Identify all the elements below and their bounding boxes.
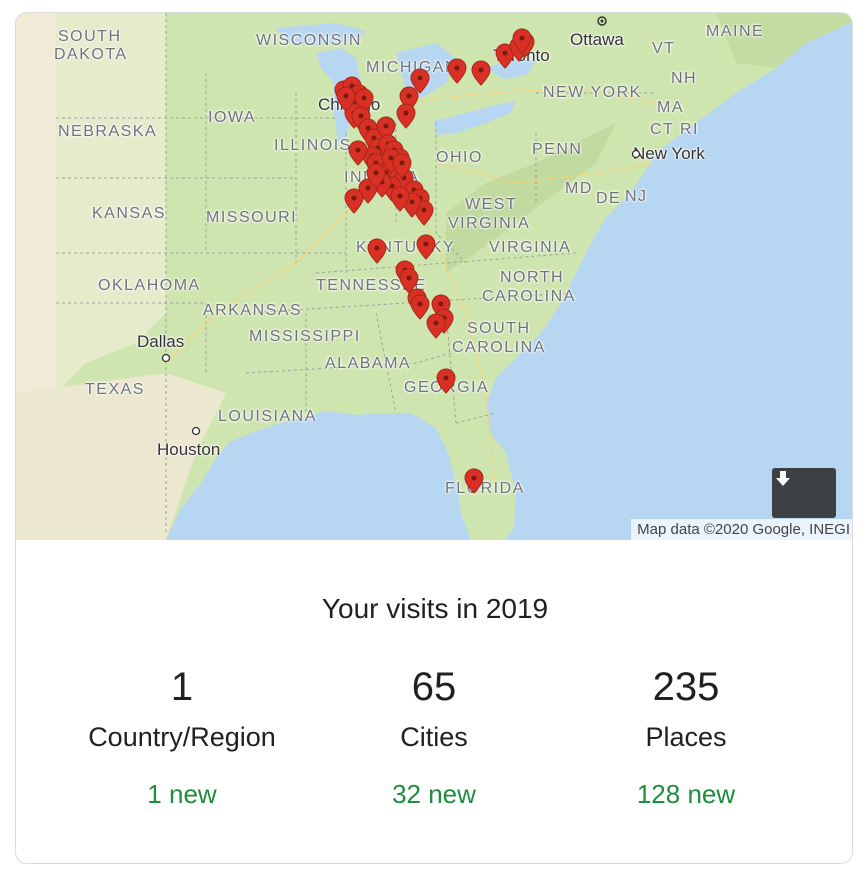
visit-pin-icon[interactable]: [471, 60, 491, 86]
stat-cities-new: 32 new: [392, 779, 476, 809]
stat-countries-number: 1: [170, 665, 194, 709]
visit-pin-icon[interactable]: [464, 468, 484, 494]
download-button[interactable]: [772, 468, 836, 518]
stats-title: Your visits in 2019: [321, 593, 549, 624]
stat-places-number: 235: [652, 665, 720, 709]
stat-places-label: Places: [645, 722, 727, 752]
stat-cities-number: 65: [411, 665, 457, 709]
stat-countries: 1 Country/Region 1 new: [42, 663, 322, 811]
visits-map[interactable]: SOUTH DAKOTA WISCONSIN MICHIGAN Ottawa T…: [16, 13, 852, 540]
visit-pin-icon[interactable]: [436, 368, 456, 394]
stat-places: 235 Places 128 new: [546, 663, 826, 811]
stat-countries-new: 1 new: [147, 779, 217, 809]
visit-pin-icon[interactable]: [396, 103, 416, 129]
download-icon: [776, 471, 790, 486]
visit-pin-icon[interactable]: [447, 58, 467, 84]
stat-cities: 65 Cities 32 new: [294, 663, 574, 811]
visit-pin-icon[interactable]: [367, 238, 387, 264]
visit-pin-icon[interactable]: [416, 234, 436, 260]
stat-places-new: 128 new: [636, 779, 736, 809]
stat-cities-label: Cities: [400, 722, 468, 752]
stat-countries-label: Country/Region: [88, 722, 276, 752]
visits-card: SOUTH DAKOTA WISCONSIN MICHIGAN Ottawa T…: [15, 12, 853, 864]
visit-pins: [334, 28, 535, 494]
map-attribution: Map data ©2020 Google, INEGI: [631, 519, 852, 540]
visit-pin-icon[interactable]: [344, 188, 364, 214]
visit-pin-icon[interactable]: [410, 294, 430, 320]
visit-pin-icon[interactable]: [426, 313, 446, 339]
